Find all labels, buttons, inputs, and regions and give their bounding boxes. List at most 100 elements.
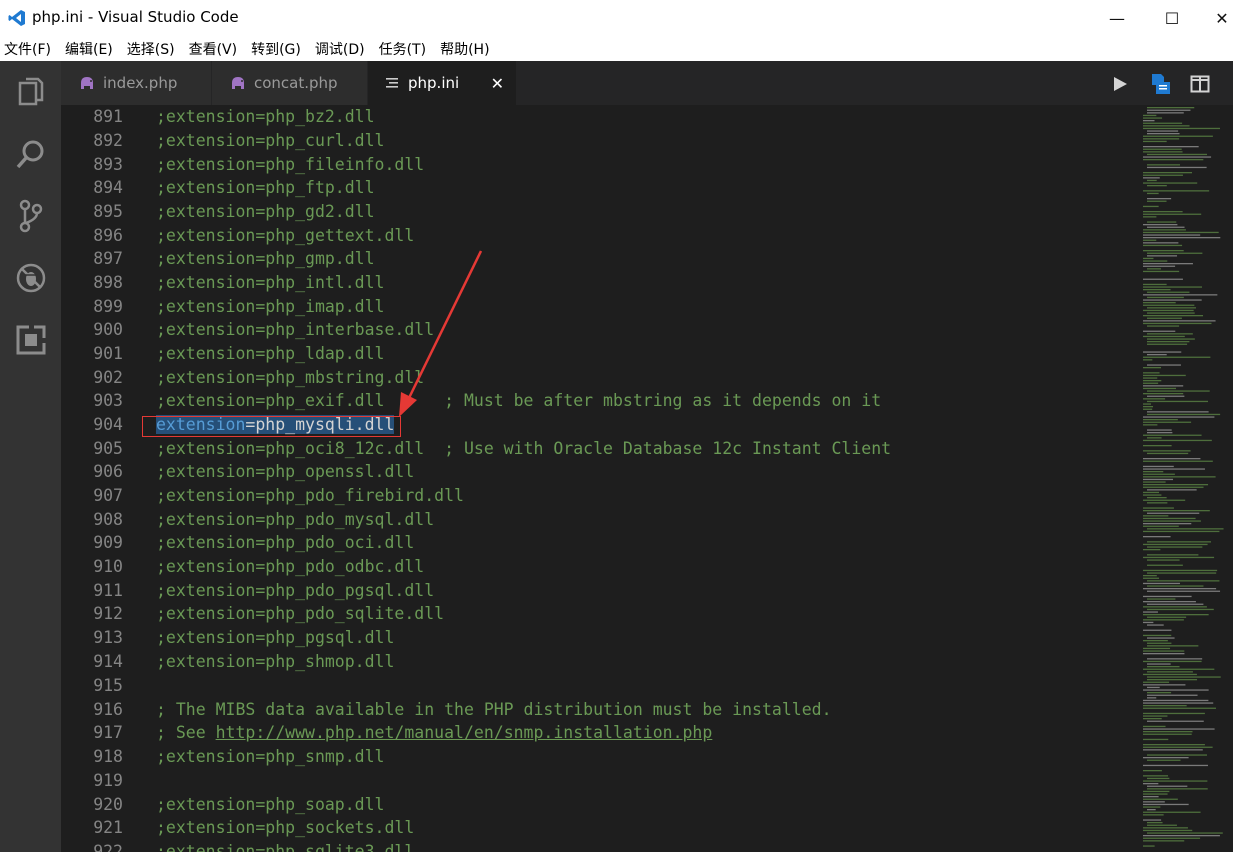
code-line: 916 ; The MIBS data available in the PHP … [61, 698, 1140, 722]
minimap-line [1143, 138, 1180, 140]
code-line: 908 ;extension=php_pdo_mysql.dll [61, 508, 1140, 532]
vscode-logo-icon [8, 9, 26, 27]
minimap-line [1143, 702, 1214, 704]
run-icon[interactable] [1109, 73, 1131, 95]
minimap-line [1147, 109, 1191, 111]
code-editor[interactable]: 891 ;extension=php_bz2.dll 892 ;extension=… [61, 105, 1140, 852]
minimap-line [1143, 827, 1188, 829]
line-number: 913 [93, 628, 123, 647]
code-line: 891 ;extension=php_bz2.dll [61, 105, 1140, 129]
minimap-line [1143, 517, 1196, 520]
window-title: php.ini - Visual Studio Code [32, 8, 239, 26]
line-number: 900 [93, 320, 123, 339]
minimap-line [1143, 424, 1158, 426]
menu-edit[interactable]: 编辑(E) [65, 39, 113, 59]
line-text: ;extension=php_imap.dll [156, 297, 385, 316]
minimap-line [1143, 650, 1185, 652]
minimap-line [1147, 395, 1185, 397]
line-number: 919 [93, 771, 123, 790]
source-control-icon[interactable] [0, 185, 61, 247]
minimap-line [1143, 387, 1177, 390]
minimap-line [1143, 840, 1185, 842]
minimap-line [1143, 406, 1154, 408]
minimap-line [1143, 837, 1201, 839]
minimap-line [1143, 507, 1174, 509]
tab-label: concat.php [254, 74, 338, 92]
minimap-line [1143, 125, 1190, 127]
tab-php-ini[interactable]: php.ini ✕ [368, 61, 516, 105]
line-number: 897 [93, 249, 123, 268]
minimap-line [1143, 744, 1205, 746]
minimap-line [1143, 806, 1161, 808]
minimap-line [1147, 624, 1164, 626]
minimap-line [1143, 322, 1212, 325]
minimap-line [1147, 411, 1209, 413]
debug-icon[interactable] [0, 247, 61, 309]
menu-view[interactable]: 查看(V) [189, 39, 238, 59]
minimap-line [1147, 785, 1188, 787]
minimap-line [1143, 819, 1162, 821]
minimap-line [1143, 530, 1220, 533]
minimap-line [1143, 793, 1168, 795]
code-line: 892 ;extension=php_curl.dll [61, 129, 1140, 153]
code-line: 899 ;extension=php_imap.dll [61, 295, 1140, 319]
tab-concat-php[interactable]: concat.php [212, 61, 367, 105]
code-line: 900 ;extension=php_interbase.dll [61, 318, 1140, 342]
search-icon[interactable] [0, 123, 61, 185]
minimap-line [1143, 278, 1183, 280]
code-line: 903 ;extension=php_exif.dll ; Must be aft… [61, 389, 1140, 413]
minimap-line [1143, 523, 1192, 525]
menu-help[interactable]: 帮助(H) [440, 39, 489, 59]
minimap-line [1143, 356, 1211, 358]
split-editor-icon[interactable] [1189, 73, 1211, 95]
minimap-line [1143, 796, 1159, 798]
menu-go[interactable]: 转到(G) [251, 39, 301, 59]
minimap-line [1143, 668, 1215, 670]
close-window-button[interactable]: ✕ [1199, 0, 1233, 36]
snmp-manual-link[interactable]: http://www.php.net/manual/en/snmp.instal… [216, 723, 713, 742]
line-number: 918 [93, 747, 123, 766]
minimap-line [1143, 543, 1208, 546]
line-text: ;extension=php_sqlite3.dll [156, 842, 415, 852]
menu-tasks[interactable]: 任务(T) [379, 39, 426, 59]
menu-selection[interactable]: 选择(S) [127, 39, 175, 59]
extensions-icon[interactable] [0, 309, 61, 371]
minimap-line [1143, 689, 1209, 691]
tab-index-php[interactable]: index.php [61, 61, 211, 105]
php-elephant-icon [230, 76, 246, 90]
line-text: ;extension=php_sockets.dll [156, 818, 415, 837]
close-tab-button[interactable]: ✕ [491, 74, 504, 93]
minimap-line [1143, 731, 1193, 733]
minimap-line [1143, 237, 1221, 239]
minimap-line [1143, 434, 1202, 436]
menu-debug[interactable]: 调试(D) [315, 39, 365, 59]
minimap-line [1143, 621, 1154, 624]
line-text: ;extension=php_interbase.dll [156, 320, 435, 339]
minimap-line [1143, 699, 1209, 702]
tab-label: index.php [103, 74, 178, 92]
php-elephant-icon [79, 76, 95, 90]
minimap-line [1143, 588, 1217, 590]
line-number: 904 [93, 415, 123, 434]
code-line: 910 ;extension=php_pdo_odbc.dll [61, 555, 1140, 579]
code-line: 893 ;extension=php_fileinfo.dll [61, 153, 1140, 177]
minimap-line [1147, 317, 1182, 319]
minimap[interactable] [1140, 105, 1233, 852]
minimap-line [1147, 325, 1180, 327]
minimize-button[interactable]: — [1094, 0, 1140, 36]
minimap-line [1147, 590, 1221, 592]
minimap-line [1147, 338, 1195, 340]
minimap-line [1143, 419, 1178, 421]
minimap-line [1143, 439, 1212, 442]
minimap-line [1143, 374, 1186, 377]
minimap-line [1143, 478, 1174, 481]
minimap-line [1143, 359, 1153, 361]
menu-file[interactable]: 文件(F) [4, 39, 51, 59]
minimap-line [1143, 127, 1220, 130]
split-preview-icon[interactable] [1150, 73, 1172, 95]
minimap-line [1147, 671, 1193, 673]
minimap-line [1147, 354, 1167, 356]
maximize-button[interactable]: ☐ [1149, 0, 1195, 36]
files-icon[interactable] [0, 61, 61, 123]
minimap-line [1147, 179, 1157, 182]
